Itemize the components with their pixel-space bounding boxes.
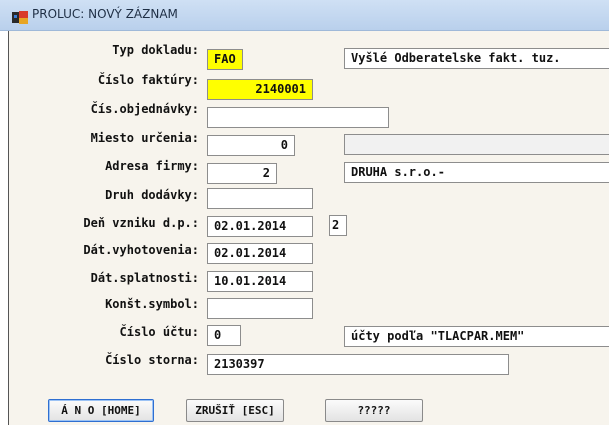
konst-symbol-label: Konšt.symbol: [105, 297, 199, 311]
cislo-uctu-label: Číslo účtu: [119, 325, 199, 339]
adresa-firmy-label: Adresa firmy: [105, 159, 199, 173]
adresa-firmy-field[interactable]: 2 [207, 163, 277, 184]
druh-dodavky-label: Druh dodávky: [105, 188, 199, 202]
cislo-faktury-label: Číslo faktúry: [97, 73, 199, 87]
dat-splatnosti-label: Dát.splatnosti: [90, 271, 199, 285]
yes-home-button[interactable]: Á N O [HOME] [48, 399, 154, 422]
unknown-button[interactable]: ????? [325, 399, 423, 422]
cislo-storna-label: Číslo storna: [105, 353, 199, 367]
cislo-uctu-field[interactable]: 0 [207, 325, 241, 346]
cis-objednavky-label: Čís.objednávky: [90, 102, 199, 116]
cislo-faktury-field[interactable]: 2140001 [207, 79, 313, 100]
dat-vyhotovenia-label: Dát.vyhotovenia: [83, 243, 199, 257]
typ-dokladu-description: Vyšlé Odberatelske fakt. tuz. [344, 48, 609, 69]
typ-dokladu-label: Typ dokladu: [112, 43, 199, 57]
cislo-uctu-description: účty podľa "TLACPAR.MEM" [344, 326, 609, 347]
druh-dodavky-field[interactable] [207, 188, 313, 209]
typ-dokladu-field[interactable]: FAO [207, 49, 243, 70]
den-vzniku-label: Deň vzniku d.p.: [83, 216, 199, 230]
konst-symbol-field[interactable] [207, 298, 313, 319]
den-vzniku-extra-field[interactable]: 2 [329, 215, 347, 236]
adresa-firmy-description: DRUHA s.r.o.- [344, 162, 609, 183]
cislo-storna-field[interactable]: 2130397 [207, 354, 509, 375]
cancel-esc-button[interactable]: ZRUŠIŤ [ESC] [186, 399, 284, 422]
form-area: Typ dokladu: FAO Vyšlé Odberatelske fakt… [8, 31, 609, 425]
den-vzniku-field[interactable]: 02.01.2014 [207, 216, 313, 237]
app-window-icon [12, 9, 28, 24]
window-title: PROLUC: NOVÝ ZÁZNAM [32, 7, 178, 21]
miesto-urcenia-label: Miesto určenia: [90, 131, 199, 145]
dat-vyhotovenia-field[interactable]: 02.01.2014 [207, 243, 313, 264]
miesto-urcenia-field[interactable]: 0 [207, 135, 295, 156]
cis-objednavky-field[interactable] [207, 107, 389, 128]
dat-splatnosti-field[interactable]: 10.01.2014 [207, 271, 313, 292]
miesto-urcenia-description [344, 134, 609, 155]
title-bar: PROLUC: NOVÝ ZÁZNAM [0, 0, 609, 31]
